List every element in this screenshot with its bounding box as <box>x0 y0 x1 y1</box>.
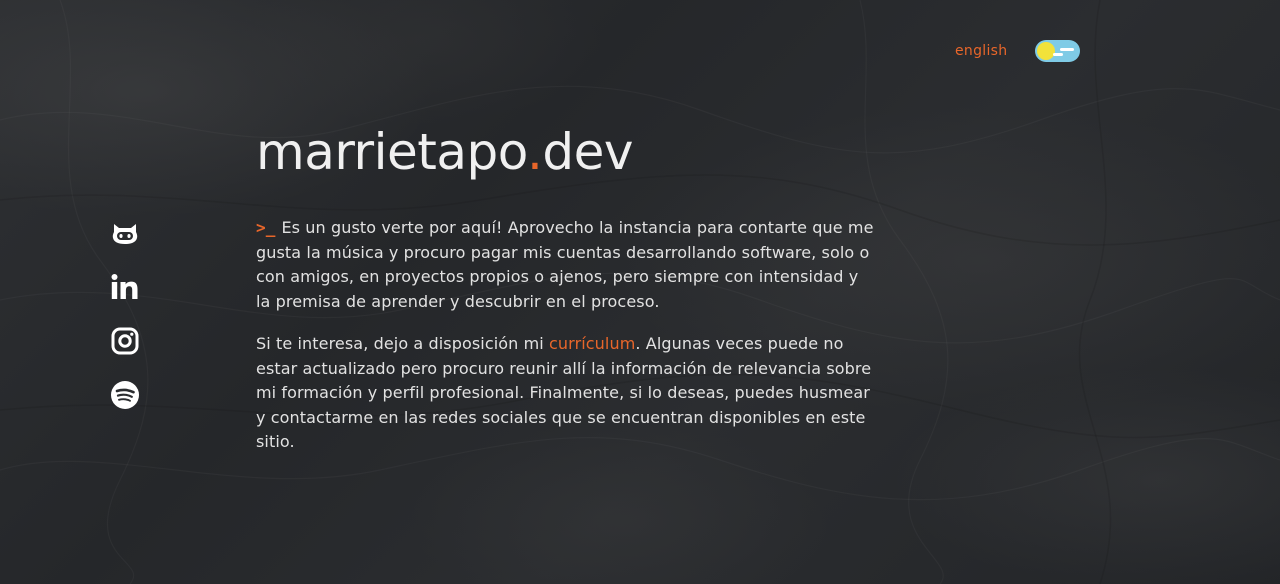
spotify-link[interactable] <box>110 380 140 410</box>
cloud-icon <box>1060 48 1075 51</box>
top-bar: english <box>955 40 1081 62</box>
cloud-icon <box>1053 53 1064 56</box>
social-links <box>110 218 140 410</box>
site-title-name: marrietapo <box>256 123 527 181</box>
linkedin-icon <box>111 274 138 299</box>
intro-paragraph: >_ Es un gusto verte por aquí! Aprovecho … <box>256 216 876 314</box>
cv-paragraph-text-start: Si te interesa, dejo a disposición mi <box>256 334 550 353</box>
site-title-tld: dev <box>542 123 633 181</box>
sun-icon <box>1037 42 1056 60</box>
main-content: marrietapo.dev >_ Es un gusto verte por a… <box>256 120 876 473</box>
github-link[interactable] <box>110 218 140 248</box>
terminal-prompt-icon: >_ <box>256 218 276 237</box>
instagram-link[interactable] <box>110 326 140 356</box>
site-title: marrietapo.dev <box>256 120 876 184</box>
site-title-dot: . <box>526 123 543 181</box>
github-icon <box>112 224 138 244</box>
theme-toggle[interactable] <box>1035 40 1081 62</box>
linkedin-link[interactable] <box>110 272 140 302</box>
cv-paragraph: Si te interesa, dejo a disposición mi cu… <box>256 332 876 455</box>
language-switch-link[interactable]: english <box>955 43 1007 59</box>
instagram-icon <box>111 327 139 355</box>
curriculum-link[interactable]: currículum <box>549 334 635 353</box>
intro-text: Es un gusto verte por aquí! Aprovecho la… <box>256 218 874 311</box>
spotify-icon <box>111 381 139 409</box>
